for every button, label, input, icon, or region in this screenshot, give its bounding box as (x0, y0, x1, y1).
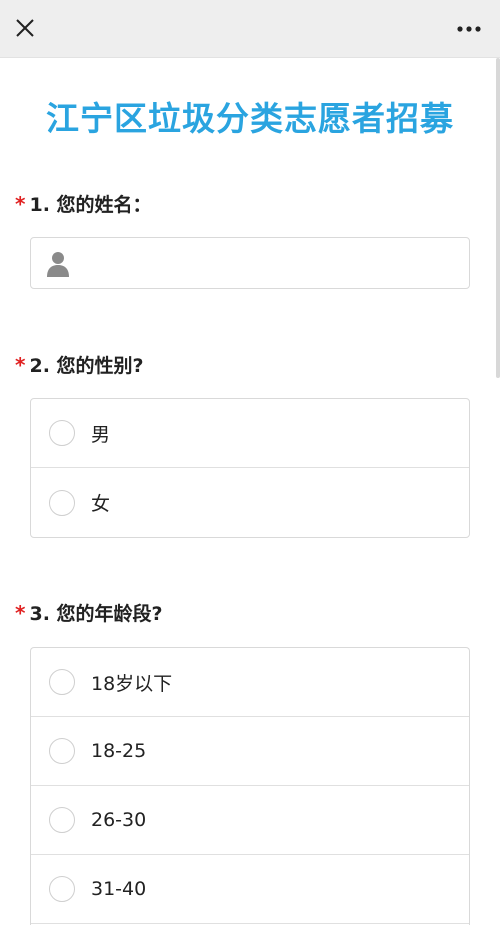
question-name: * 1. 您的姓名： (15, 190, 152, 217)
name-input[interactable] (81, 244, 461, 282)
more-icon (457, 26, 481, 32)
top-bar (0, 0, 500, 58)
radio-button[interactable] (49, 876, 75, 902)
age-options: 18岁以下 18-25 26-30 31-40 (30, 647, 470, 925)
required-mark: * (15, 600, 26, 625)
radio-button[interactable] (49, 807, 75, 833)
question-gender: * 2. 您的性别? (15, 351, 144, 378)
gender-options: 男 女 (30, 398, 470, 538)
option-female[interactable]: 女 (31, 468, 469, 537)
required-mark: * (15, 352, 26, 377)
option-label: 18-25 (91, 740, 147, 762)
more-button[interactable] (454, 16, 484, 42)
question-label: 2. 您的性别? (29, 355, 144, 377)
name-field[interactable] (30, 237, 470, 289)
radio-button[interactable] (49, 489, 75, 516)
radio-button[interactable] (49, 669, 75, 695)
question-label: 1. 您的姓名： (29, 194, 152, 216)
question-label: 3. 您的年龄段? (29, 603, 163, 625)
option-label: 26-30 (91, 809, 147, 831)
question-age: * 3. 您的年龄段? (15, 599, 163, 626)
option-26-30[interactable]: 26-30 (31, 786, 469, 855)
radio-button[interactable] (49, 738, 75, 764)
option-label: 男 (91, 423, 111, 446)
option-under-18[interactable]: 18岁以下 (31, 648, 469, 717)
option-label: 31-40 (91, 878, 147, 900)
person-icon (47, 252, 69, 277)
required-mark: * (15, 191, 26, 216)
option-male[interactable]: 男 (31, 399, 469, 468)
option-31-40[interactable]: 31-40 (31, 855, 469, 924)
radio-button[interactable] (49, 420, 75, 446)
option-18-25[interactable]: 18-25 (31, 717, 469, 786)
option-label: 18岁以下 (91, 672, 173, 695)
close-icon (16, 19, 34, 37)
close-button[interactable] (10, 13, 40, 43)
page-title: 江宁区垃圾分类志愿者招募 (46, 99, 454, 138)
option-label: 女 (91, 493, 111, 515)
